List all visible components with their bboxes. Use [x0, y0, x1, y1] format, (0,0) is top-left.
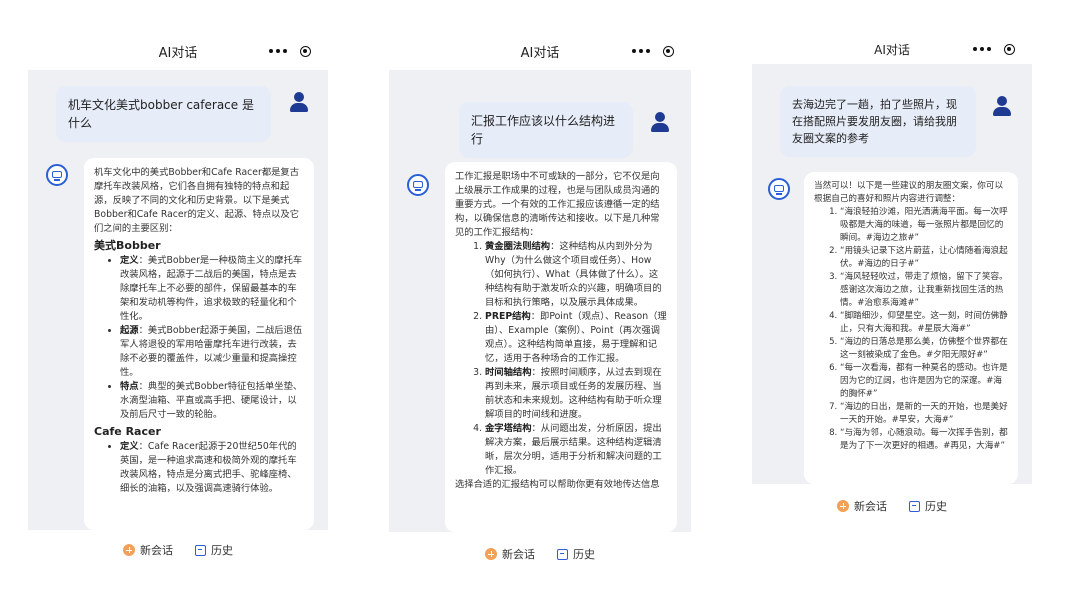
plus-icon: [837, 500, 849, 512]
chat-body[interactable]: 汇报工作应该以什么结构进行 工作汇报是职场中不可或缺的一部分，它不仅是向上级展示…: [389, 70, 691, 532]
footer-bar: 新会话 历史: [389, 538, 691, 570]
answer-intro: 机车文化中的美式Bobber和Cafe Racer都是复古摩托车改装风格，它们各…: [94, 167, 300, 234]
close-target-icon[interactable]: [1004, 43, 1016, 55]
chat-panel-2: AI对话 汇报工作应该以什么结构进行 工作汇报是职场中不可或缺的一部分，它不仅是…: [389, 30, 691, 575]
section-title: 美式Bobber: [94, 239, 161, 252]
history-icon: [195, 544, 206, 556]
close-target-icon[interactable]: [663, 45, 675, 57]
list-item: 金字塔结构：从问题出发，分析原因，提出解决方案，最后展示结果。这种结构逻辑清晰，…: [485, 422, 667, 478]
history-button[interactable]: 历史: [549, 542, 603, 566]
bullet-list: 定义：美式Bobber是一种极简主义的摩托车改装风格，起源于二战后的美国，特点是…: [94, 254, 304, 422]
panel-header: AI对话: [389, 30, 691, 72]
list-item: 特点：典型的美式Bobber特征包括单坐垫、水滴型油箱、平直或高手把、硬尾设计，…: [120, 380, 304, 422]
more-icon[interactable]: [268, 49, 287, 53]
list-item: 定义：Cafe Racer起源于20世纪50年代的英国，是一种追求高速和极简外观…: [120, 440, 304, 496]
chat-panel-1: AI对话 机车文化美式bobber caferace 是什么 机车文化中的美式B…: [28, 30, 328, 575]
capsule-buttons: [966, 38, 1022, 60]
list-item: 起源：美式Bobber起源于美国，二战后退伍军人将退役的军用哈雷摩托车进行改装，…: [120, 324, 304, 380]
user-avatar-icon: [651, 112, 669, 132]
chat-panel-3: AI对话 去海边完了一趟，拍了些照片，现在搭配照片要发朋友圈，请给我朋友圈文案的…: [752, 28, 1032, 528]
assistant-message[interactable]: 工作汇报是职场中不可或缺的一部分，它不仅是向上级展示工作成果的过程，也是与团队成…: [445, 162, 677, 532]
numbered-list: 黄金圈法则结构：这种结构从内到外分为Why（为什么做这个项目或任务）、How（如…: [455, 240, 667, 478]
assistant-message[interactable]: 机车文化中的美式Bobber和Cafe Racer都是复古摩托车改装风格，它们各…: [84, 158, 314, 530]
list-item: 时间轴结构：按照时间顺序，从过去到现在再到未来，展示项目或任务的发展历程、当前状…: [485, 366, 667, 422]
section-title: Cafe Racer: [94, 425, 161, 438]
list-item: “海边的日出，是新的一天的开始，也是美好一天的开始。#早安，大海#”: [840, 401, 1008, 427]
footer-bar: 新会话 历史: [28, 534, 328, 566]
list-item: “海风轻轻吹过，带走了烦恼，留下了笑容。感谢这次海边之旅，让我重新找回生活的热情…: [840, 271, 1008, 310]
bot-avatar-icon: [407, 174, 429, 196]
plus-icon: [123, 544, 135, 556]
user-message: 去海边完了一趟，拍了些照片，现在搭配照片要发朋友圈，请给我朋友圈文案的参考: [780, 86, 976, 157]
user-avatar-icon: [993, 96, 1011, 116]
user-message: 汇报工作应该以什么结构进行: [459, 102, 633, 158]
more-icon[interactable]: [631, 49, 650, 53]
bot-avatar-icon: [768, 178, 790, 200]
answer-outro: 选择合适的汇报结构可以帮助你更有效地传达信息: [455, 479, 660, 490]
user-avatar-icon: [290, 92, 308, 112]
panel-header: AI对话: [28, 30, 328, 72]
list-item: PREP结构：即Point（观点）、Reason（理由）、Example（案例）…: [485, 310, 667, 366]
numbered-list: “海浪轻拍沙滩，阳光洒满海平面。每一次呼吸都是大海的味道，每一张照片都是回忆的瞬…: [814, 206, 1008, 453]
list-item: “与海为邻，心随浪动。每一次挥手告别，都是为了下一次更好的相遇。#再见，大海#”: [840, 427, 1008, 453]
history-icon: [557, 548, 568, 560]
new-chat-button[interactable]: 新会话: [829, 494, 895, 518]
list-item: “海边的日落总是那么美，仿佛整个世界都在这一刻被染成了金色。#夕阳无限好#”: [840, 336, 1008, 362]
history-icon: [909, 500, 920, 512]
list-item: “海浪轻拍沙滩，阳光洒满海平面。每一次呼吸都是大海的味道，每一张照片都是回忆的瞬…: [840, 206, 1008, 245]
close-target-icon[interactable]: [300, 45, 312, 57]
list-item: 定义：美式Bobber是一种极简主义的摩托车改装风格，起源于二战后的美国，特点是…: [120, 254, 304, 324]
capsule-buttons: [625, 40, 681, 62]
answer-intro: 工作汇报是职场中不可或缺的一部分，它不仅是向上级展示工作成果的过程，也是与团队成…: [455, 171, 660, 238]
new-chat-button[interactable]: 新会话: [477, 542, 543, 566]
list-item: “每一次看海，都有一种莫名的感动。也许是因为它的辽阔，也许是因为它的深邃。#海的…: [840, 362, 1008, 401]
chat-body[interactable]: 去海边完了一趟，拍了些照片，现在搭配照片要发朋友圈，请给我朋友圈文案的参考 当然…: [752, 64, 1032, 484]
user-message: 机车文化美式bobber caferace 是什么: [56, 86, 271, 142]
assistant-message[interactable]: 当然可以！以下是一些建议的朋友圈文案，你可以根据自己的喜好和照片内容进行调整： …: [804, 172, 1018, 484]
bot-avatar-icon: [46, 164, 68, 186]
history-button[interactable]: 历史: [901, 494, 955, 518]
list-item: “脚踏细沙，仰望星空。这一刻，时间仿佛静止，只有大海和我。#星辰大海#”: [840, 310, 1008, 336]
bullet-list: 定义：Cafe Racer起源于20世纪50年代的英国，是一种追求高速和极简外观…: [94, 440, 304, 496]
chat-body[interactable]: 机车文化美式bobber caferace 是什么 机车文化中的美式Bobber…: [28, 70, 328, 530]
footer-bar: 新会话 历史: [752, 490, 1032, 522]
list-item: 黄金圈法则结构：这种结构从内到外分为Why（为什么做这个项目或任务）、How（如…: [485, 240, 667, 310]
plus-icon: [485, 548, 497, 560]
list-item: “用镜头记录下这片蔚蓝，让心情随着海浪起伏。#海边的日子#”: [840, 245, 1008, 271]
answer-intro: 当然可以！以下是一些建议的朋友圈文案，你可以根据自己的喜好和照片内容进行调整：: [814, 181, 1004, 204]
capsule-buttons: [262, 40, 318, 62]
new-chat-button[interactable]: 新会话: [115, 538, 181, 562]
more-icon[interactable]: [972, 47, 991, 51]
history-button[interactable]: 历史: [187, 538, 241, 562]
